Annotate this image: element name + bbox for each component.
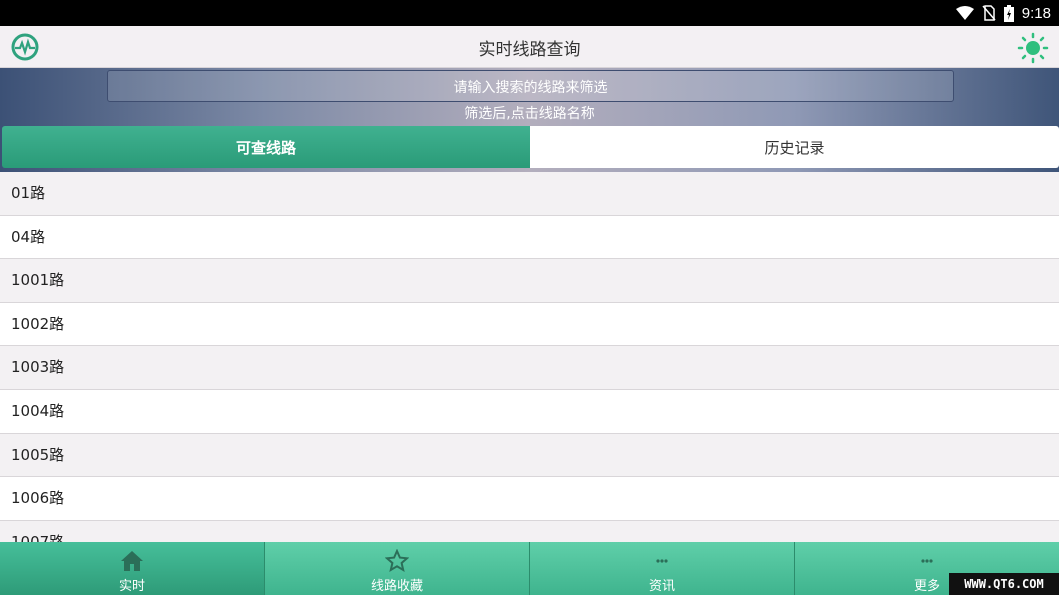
wifi-icon [955, 6, 974, 20]
nav-favorites[interactable]: 线路收藏 [265, 542, 530, 595]
bottom-nav: 实时 线路收藏 资讯 更多 [0, 542, 1059, 595]
tab-history[interactable]: 历史记录 [530, 126, 1059, 168]
search-panel: 请输入搜索的线路来筛选 筛选后,点击线路名称 可查线路 历史记录 [0, 68, 1059, 172]
page-title: 实时线路查询 [478, 40, 581, 60]
nav-news[interactable]: 资讯 [530, 542, 795, 595]
tab-bar: 可查线路 历史记录 [0, 126, 1059, 168]
route-item[interactable]: 1007路 [0, 520, 1059, 542]
nav-label: 资讯 [648, 579, 675, 594]
route-item[interactable]: 01路 [0, 172, 1059, 216]
status-bar: 9:18 [0, 0, 1059, 26]
search-hint: 筛选后,点击线路名称 [464, 106, 595, 122]
route-item[interactable]: 1006路 [0, 477, 1059, 521]
tab-available-routes[interactable]: 可查线路 [2, 126, 530, 168]
route-item[interactable]: 1003路 [0, 346, 1059, 390]
route-item[interactable]: 1005路 [0, 433, 1059, 478]
search-input[interactable]: 请输入搜索的线路来筛选 [107, 70, 954, 102]
sun-icon[interactable] [1017, 32, 1049, 64]
route-item[interactable]: 1004路 [0, 389, 1059, 434]
route-item[interactable]: 1001路 [0, 259, 1059, 303]
route-item[interactable]: 04路 [0, 215, 1059, 260]
status-time: 9:18 [1021, 4, 1051, 22]
route-item[interactable]: 1002路 [0, 302, 1059, 347]
battery-icon [1003, 4, 1014, 22]
home-icon [121, 551, 143, 571]
no-sim-icon [982, 5, 996, 21]
app-bar: 实时线路查询 [0, 26, 1059, 68]
nav-label: 实时 [118, 579, 145, 594]
nav-realtime[interactable]: 实时 [0, 542, 265, 595]
status-icons: 9:18 [955, 3, 1051, 23]
star-icon [385, 549, 409, 573]
more-dots-icon [921, 559, 933, 563]
route-list: 01路 04路 1001路 1002路 1003路 1004路 1005路 10… [0, 172, 1059, 542]
watermark: WWW.QT6.COM [949, 573, 1059, 595]
more-dots-icon [656, 559, 668, 563]
nav-label: 线路收藏 [370, 579, 423, 594]
